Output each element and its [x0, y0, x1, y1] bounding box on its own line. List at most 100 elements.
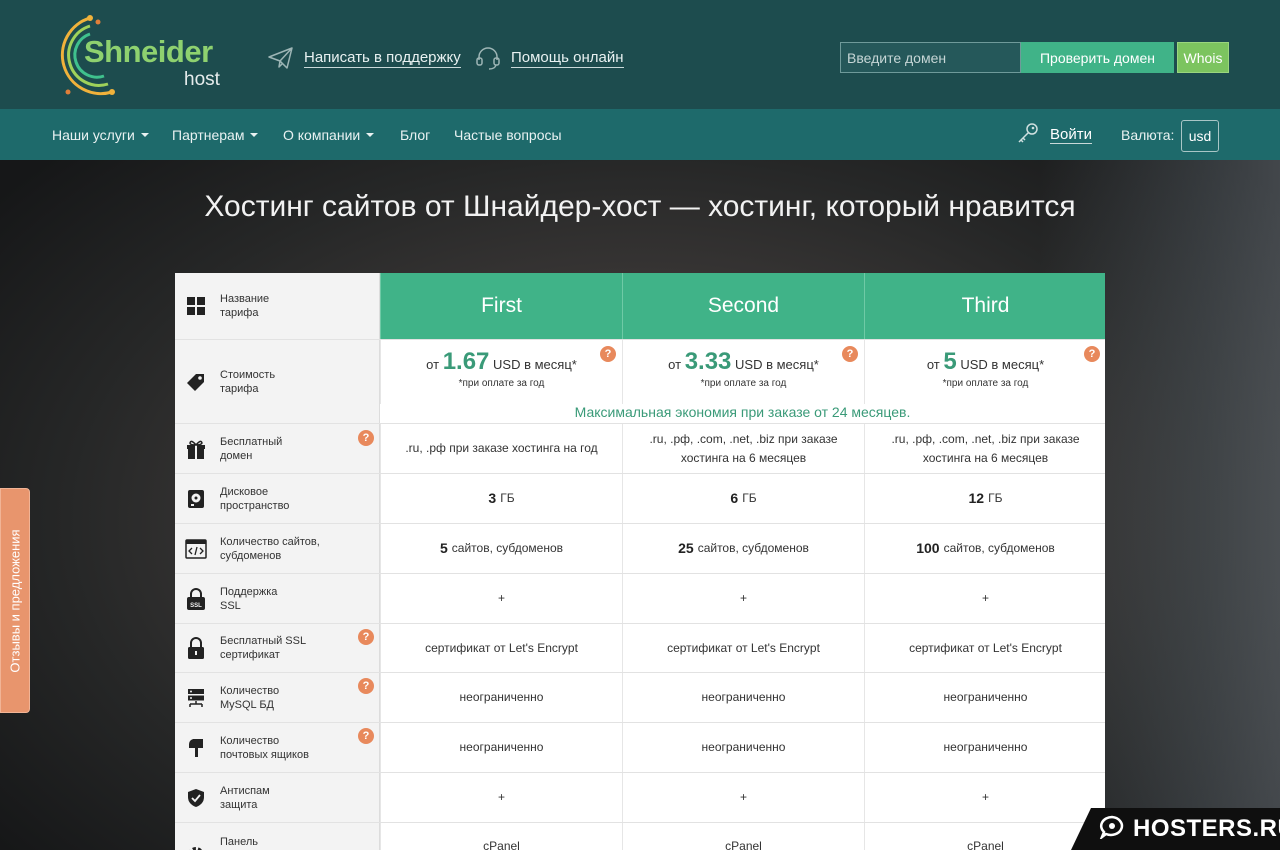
price-prefix: от: [926, 357, 940, 372]
caret-down-icon: [250, 133, 259, 137]
price-tag-icon: [185, 371, 207, 393]
hosters-watermark-text: HOSTERS.RU: [1133, 815, 1280, 842]
plan-header-first: First: [380, 273, 622, 339]
mailbox-icon: [185, 737, 207, 759]
login-link[interactable]: Войти: [1016, 122, 1092, 148]
pricing-table: Название тарифа First Second Third Стоим…: [175, 273, 1105, 850]
feature-cell: Количество почтовых ящиков ?: [175, 723, 380, 772]
key-icon: [1016, 121, 1040, 149]
help-question-icon[interactable]: ?: [358, 728, 374, 744]
chat-bubble-icon: [1099, 815, 1125, 844]
table-cell: +: [622, 574, 864, 623]
ssl-lock-icon: SSL: [185, 587, 207, 610]
table-row-sites: Количество сайтов, субдоменов 5 сайтов, с…: [175, 524, 1105, 574]
table-cell: неограниченно: [864, 723, 1105, 772]
sites-unit: сайтов, субдоменов: [943, 541, 1055, 555]
logo[interactable]: Shneider host: [50, 12, 230, 100]
sites-value: 100: [916, 540, 940, 556]
table-cell: cPanel: [864, 823, 1105, 850]
table-row-disk-space: Дисковое пространство 3 ГБ 6 ГБ 12 ГБ: [175, 474, 1105, 524]
table-row-free-ssl: Бесплатный SSL сертификат ? сертификат о…: [175, 624, 1105, 673]
feature-label: Антиспам защита: [220, 784, 270, 811]
table-cell: неограниченно: [864, 673, 1105, 722]
disk-unit: ГБ: [742, 491, 757, 505]
help-question-icon[interactable]: ?: [358, 430, 374, 446]
table-cell: .ru, .рф, .com, .net, .biz при заказе хо…: [622, 424, 864, 473]
feature-cell: Название тарифа: [175, 273, 380, 339]
help-question-icon[interactable]: ?: [842, 346, 858, 362]
nav-blog[interactable]: Блог: [400, 109, 430, 160]
help-question-icon[interactable]: ?: [600, 346, 616, 362]
feature-label: Панель: [220, 836, 259, 848]
price-cell-third: от 5 USD в месяц* *при оплате за год ?: [864, 340, 1105, 404]
feature-label: Количество MySQL БД: [220, 684, 280, 711]
promo-text: Максимальная экономия при заказе от 24 м…: [574, 404, 911, 420]
table-cell: +: [380, 773, 622, 822]
feature-cell: Количество сайтов, субдоменов: [175, 524, 380, 573]
headset-icon: [475, 46, 501, 70]
help-online-link[interactable]: Помощь онлайн: [475, 46, 624, 70]
feature-cell: Антиспам защита: [175, 773, 380, 822]
gift-icon: [185, 438, 207, 460]
feature-cell: Стоимость тарифа: [175, 340, 380, 423]
help-question-icon[interactable]: ?: [358, 678, 374, 694]
caret-down-icon: [366, 133, 375, 137]
disk-unit: ГБ: [988, 491, 1003, 505]
whois-button[interactable]: Whois: [1177, 42, 1229, 73]
price-cell-first: от 1.67 USD в месяц* *при оплате за год …: [380, 340, 622, 404]
table-cell: 5 сайтов, субдоменов: [380, 524, 622, 573]
table-cell: неограниченно: [622, 723, 864, 772]
table-cell: cPanel: [622, 823, 864, 850]
table-cell: .ru, .рф, .com, .net, .biz при заказе хо…: [864, 424, 1105, 473]
table-cell: +: [380, 574, 622, 623]
feedback-tab[interactable]: Отзывы и предложения: [0, 488, 30, 713]
padlock-icon: [185, 637, 207, 659]
feature-label: Название тарифа: [220, 293, 270, 319]
site-header: Shneider host Написать в поддержку Помощ…: [0, 0, 1280, 109]
feature-label: Количество сайтов, субдоменов: [220, 535, 320, 562]
currency-select[interactable]: usd: [1181, 120, 1219, 152]
feature-label: Стоимость тарифа: [220, 368, 276, 395]
table-row-price: Стоимость тарифа от 1.67 USD в месяц* *п…: [175, 340, 1105, 424]
nav-partners[interactable]: Партнерам: [172, 109, 259, 160]
currency-label: Валюта:: [1121, 127, 1175, 143]
nav-faq[interactable]: Частые вопросы: [454, 109, 562, 160]
table-row-free-domain: Бесплатный домен ? .ru, .рф при заказе х…: [175, 424, 1105, 474]
price-prefix: от: [426, 357, 440, 372]
table-cell: .ru, .рф при заказе хостинга на год: [380, 424, 622, 473]
caret-down-icon: [140, 133, 149, 137]
table-cell: +: [622, 773, 864, 822]
logo-subtitle: host: [184, 69, 220, 90]
price-note: *при оплате за год: [700, 378, 787, 389]
nav-services-label: Наши услуги: [52, 126, 135, 143]
nav-faq-label: Частые вопросы: [454, 126, 562, 143]
table-cell: 3 ГБ: [380, 474, 622, 523]
table-cell: сертификат от Let's Encrypt: [622, 624, 864, 672]
price-value: 3.33: [684, 348, 732, 375]
feature-label: Поддержка SSL: [220, 585, 278, 612]
feedback-tab-label: Отзывы и предложения: [7, 528, 23, 673]
nav-services[interactable]: Наши услуги: [52, 109, 149, 160]
help-online-label: Помощь онлайн: [511, 48, 624, 68]
domain-search-input[interactable]: [840, 42, 1021, 73]
table-row-mysql: Количество MySQL БД ? неограниченно неог…: [175, 673, 1105, 723]
help-question-icon[interactable]: ?: [358, 629, 374, 645]
feature-cell: Дисковое пространство: [175, 474, 380, 523]
support-link[interactable]: Написать в поддержку: [268, 47, 461, 69]
table-cell: 6 ГБ: [622, 474, 864, 523]
shield-check-icon: [185, 787, 207, 809]
nav-partners-label: Партнерам: [172, 126, 245, 143]
feature-cell: Бесплатный домен ?: [175, 424, 380, 473]
price-note: *при оплате за год: [942, 378, 1029, 389]
nav-about[interactable]: О компании: [283, 109, 375, 160]
price-suffix: USD в месяц*: [735, 357, 819, 372]
feature-cell: Количество MySQL БД ?: [175, 673, 380, 722]
feature-cell: Панель: [175, 823, 380, 850]
svg-text:SSL: SSL: [190, 603, 202, 609]
table-cell: сертификат от Let's Encrypt: [864, 624, 1105, 672]
sites-unit: сайтов, субдоменов: [697, 541, 809, 555]
help-question-icon[interactable]: ?: [1084, 346, 1100, 362]
check-domain-button[interactable]: Проверить домен: [1021, 42, 1174, 73]
table-cell: +: [864, 574, 1105, 623]
price-prefix: от: [668, 357, 682, 372]
